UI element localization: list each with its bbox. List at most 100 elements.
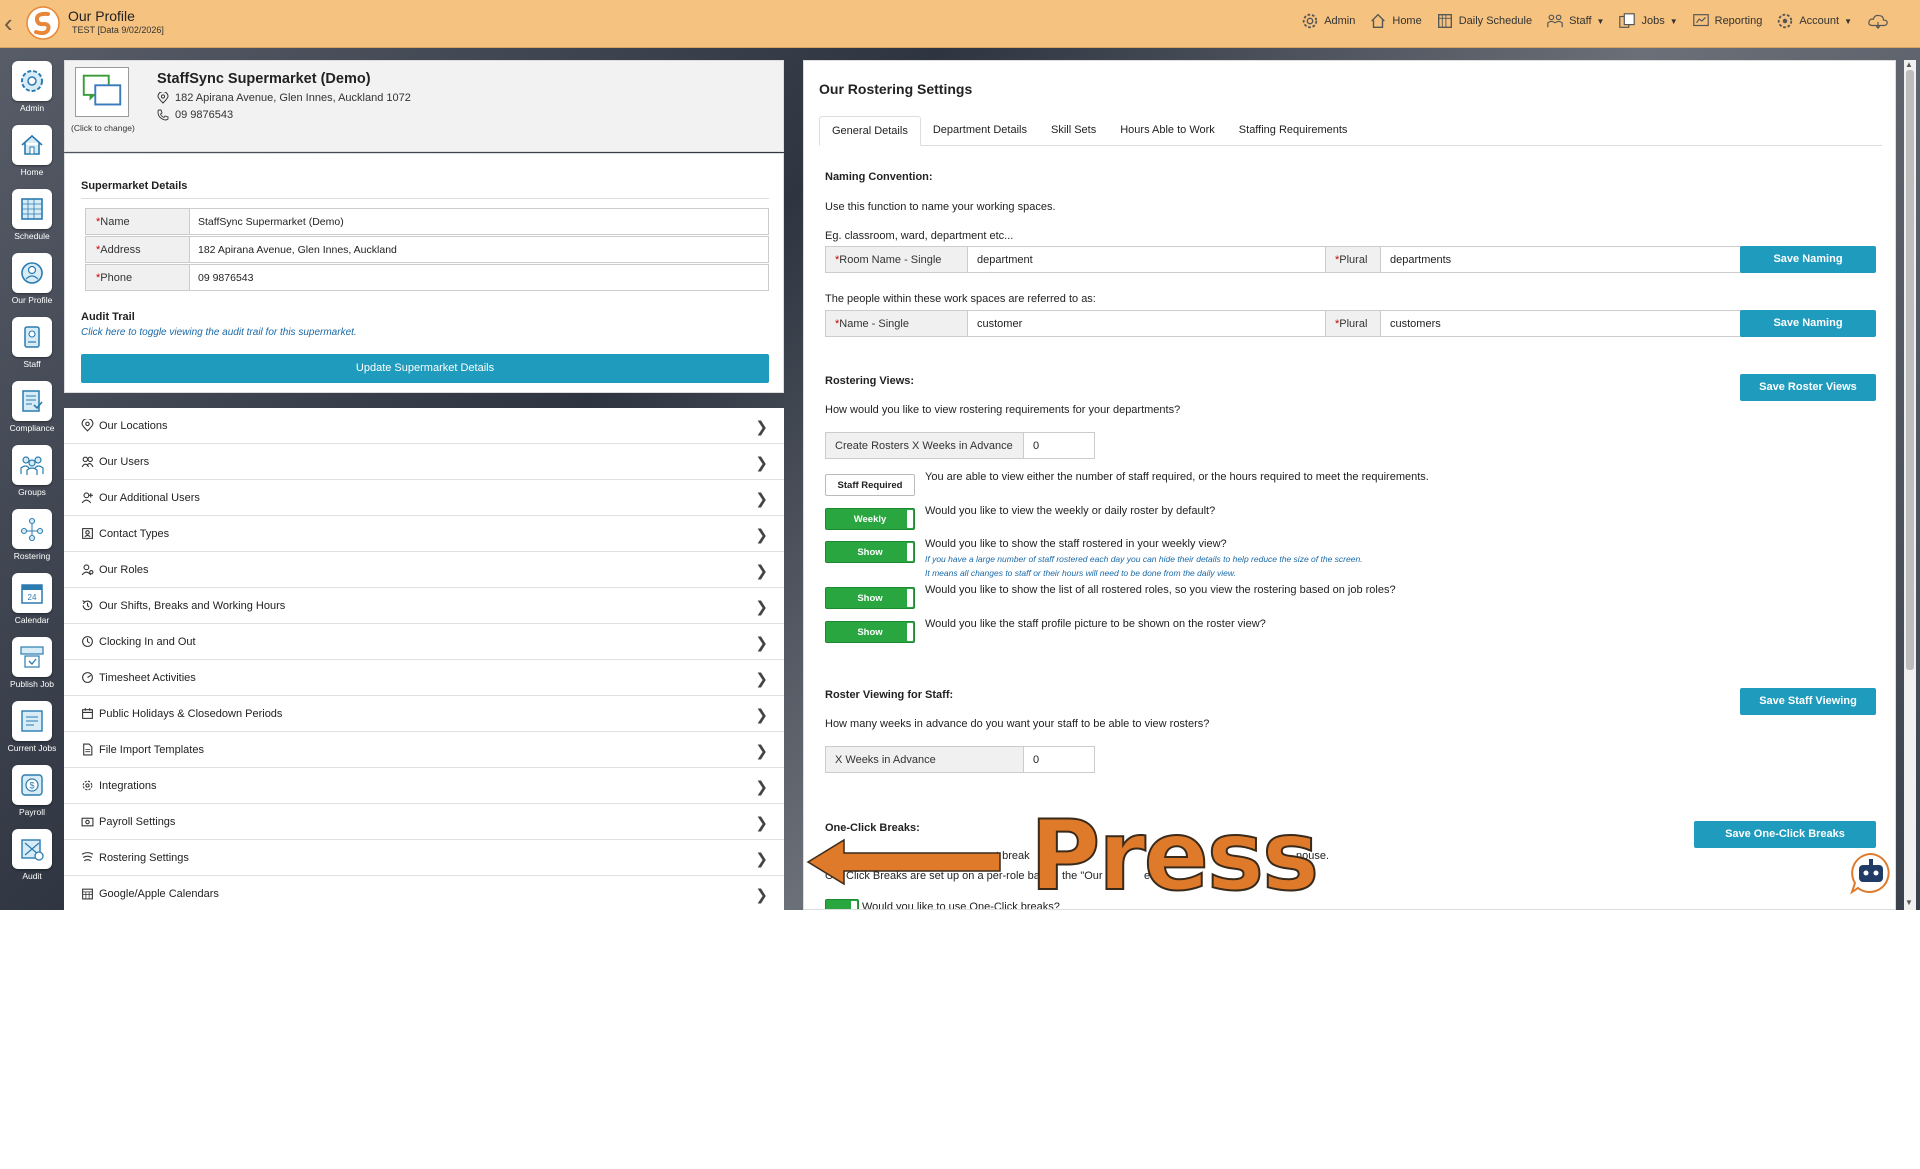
sidebar-item-schedule[interactable]: Schedule xyxy=(10,189,54,241)
save-one-click-breaks-button[interactable]: Save One-Click Breaks xyxy=(1694,821,1876,848)
audit-trail-toggle-link[interactable]: Click here to toggle viewing the audit t… xyxy=(81,327,357,338)
breaks-heading: One-Click Breaks: xyxy=(825,822,920,834)
topnav-cloud[interactable] xyxy=(1866,12,1890,30)
menu-item-public-holidays[interactable]: Public Holidays & Closedown Periods ❯ xyxy=(64,696,784,732)
menu-item-our-roles[interactable]: Our Roles ❯ xyxy=(64,552,784,588)
sidebar-item-groups[interactable]: Groups xyxy=(10,445,54,497)
rostering-icon xyxy=(80,851,94,865)
tab-hours-able-to-work[interactable]: Hours Able to Work xyxy=(1108,116,1227,145)
audit-icon xyxy=(21,839,44,861)
tab-staffing-requirements[interactable]: Staffing Requirements xyxy=(1227,116,1360,145)
staff-required-toggle[interactable]: Staff Required xyxy=(825,474,915,496)
sidebar-item-staff[interactable]: Staff xyxy=(10,317,54,369)
staff-weeks-label: X Weeks in Advance xyxy=(826,747,1024,772)
company-logo-icon[interactable] xyxy=(75,67,129,117)
chatbot-icon[interactable] xyxy=(1848,850,1894,896)
menu-item-our-additional-users[interactable]: Our Additional Users ❯ xyxy=(64,480,784,516)
page-subtitle: TEST [Data 9/02/2026] xyxy=(72,25,164,35)
name-input[interactable]: StaffSync Supermarket (Demo) xyxy=(190,209,768,234)
topnav-jobs[interactable]: Jobs ▼ xyxy=(1618,12,1678,30)
room-name-plural-input[interactable]: departments xyxy=(1381,247,1743,272)
chevron-right-icon: ❯ xyxy=(755,887,768,904)
save-staff-viewing-button[interactable]: Save Staff Viewing xyxy=(1740,688,1876,715)
panel-title: Our Rostering Settings xyxy=(819,81,973,97)
sidebar-item-admin[interactable]: Admin xyxy=(10,61,54,113)
save-naming-button[interactable]: Save Naming xyxy=(1740,246,1876,273)
section-title: Supermarket Details xyxy=(81,180,188,192)
update-details-button[interactable]: Update Supermarket Details xyxy=(81,354,769,383)
tab-general-details[interactable]: General Details xyxy=(819,116,921,146)
scrollbar-thumb[interactable] xyxy=(1906,70,1914,670)
sidebar-label: Payroll xyxy=(19,807,45,817)
phone-input[interactable]: 09 9876543 xyxy=(190,265,768,290)
sidebar-item-compliance[interactable]: Compliance xyxy=(10,381,54,433)
topnav-account[interactable]: Account ▼ xyxy=(1776,12,1852,30)
chevron-right-icon: ❯ xyxy=(755,743,768,760)
sidebar-item-home[interactable]: Home xyxy=(10,125,54,177)
create-rosters-weeks-input[interactable]: 0 xyxy=(1024,433,1094,458)
save-naming-button-2[interactable]: Save Naming xyxy=(1740,310,1876,337)
show-picture-text: Would you like the staff profile picture… xyxy=(925,618,1266,630)
menu-item-our-locations[interactable]: Our Locations ❯ xyxy=(64,408,784,444)
tab-skill-sets[interactable]: Skill Sets xyxy=(1039,116,1108,145)
show-roles-toggle[interactable]: Show xyxy=(825,587,915,609)
name-single-input[interactable]: customer xyxy=(968,311,1326,336)
menu-item-google-apple-calendars[interactable]: Google/Apple Calendars ❯ xyxy=(64,876,784,910)
menu-item-file-import-templates[interactable]: File Import Templates ❯ xyxy=(64,732,784,768)
sidebar-item-audit[interactable]: Audit xyxy=(10,829,54,881)
menu-item-clocking-in-out[interactable]: Clocking In and Out ❯ xyxy=(64,624,784,660)
sidebar-item-payroll[interactable]: $ Payroll xyxy=(10,765,54,817)
menu-item-contact-types[interactable]: Contact Types ❯ xyxy=(64,516,784,552)
topnav-staff[interactable]: Staff ▼ xyxy=(1546,12,1604,30)
menu-item-our-users[interactable]: Our Users ❯ xyxy=(64,444,784,480)
room-name-label: *Room Name - Single xyxy=(826,247,968,272)
menu-item-shifts-breaks-hours[interactable]: Our Shifts, Breaks and Working Hours ❯ xyxy=(64,588,784,624)
staffsync-logo-icon[interactable] xyxy=(26,6,60,40)
save-roster-views-button[interactable]: Save Roster Views xyxy=(1740,374,1876,401)
topnav-home[interactable]: Home xyxy=(1369,12,1422,30)
menu-item-payroll-settings[interactable]: Payroll Settings ❯ xyxy=(64,804,784,840)
company-address-text: 182 Apirana Avenue, Glen Innes, Auckland… xyxy=(175,92,411,104)
sidebar-label: Admin xyxy=(19,103,45,113)
sidebar-item-current-jobs[interactable]: Current Jobs xyxy=(8,701,56,753)
back-chevron-icon[interactable]: ‹ xyxy=(4,10,24,36)
sidebar-item-rostering[interactable]: Rostering xyxy=(10,509,54,561)
tutorial-arrow-icon xyxy=(806,838,1001,886)
weekly-daily-toggle[interactable]: Weekly xyxy=(825,508,915,530)
sidebar-icon-box xyxy=(12,509,52,549)
address-input[interactable]: 182 Apirana Avenue, Glen Innes, Auckland xyxy=(190,237,768,262)
sidebar-item-calendar[interactable]: 24 Calendar xyxy=(10,573,54,625)
scroll-up-icon[interactable]: ▲ xyxy=(1905,60,1913,69)
company-address: 182 Apirana Avenue, Glen Innes, Auckland… xyxy=(157,92,411,104)
show-picture-toggle[interactable]: Show xyxy=(825,621,915,643)
profile-panel: (Click to change) StaffSync Supermarket … xyxy=(64,60,784,910)
menu-item-label: Clocking In and Out xyxy=(99,635,196,648)
sidebar-icon-box xyxy=(12,189,52,229)
room-name-row: *Room Name - Single department *Plural d… xyxy=(825,246,1744,273)
show-staff-toggle[interactable]: Show xyxy=(825,541,915,563)
topnav-daily-schedule[interactable]: Daily Schedule xyxy=(1436,12,1532,30)
topnav-admin[interactable]: Admin xyxy=(1301,12,1355,30)
left-sidebar: Admin Home Schedule Our Profile Staff Co… xyxy=(0,49,62,910)
one-click-breaks-toggle[interactable] xyxy=(825,899,859,909)
naming-desc: Use this function to name your working s… xyxy=(825,201,1056,213)
name-plural-input[interactable]: customers xyxy=(1381,311,1743,336)
sidebar-item-publish-job[interactable]: Publish Job xyxy=(10,637,54,689)
room-name-single-input[interactable]: department xyxy=(968,247,1326,272)
topnav-reporting[interactable]: Reporting xyxy=(1692,12,1762,30)
page-scrollbar[interactable]: ▲ ▼ xyxy=(1904,60,1916,910)
staff-weeks-input[interactable]: 0 xyxy=(1024,747,1094,772)
menu-item-label: Our Additional Users xyxy=(99,491,200,504)
company-phone-text: 09 9876543 xyxy=(175,109,234,121)
staff-icon xyxy=(1547,14,1563,28)
scroll-down-icon[interactable]: ▼ xyxy=(1905,898,1913,907)
tab-department-details[interactable]: Department Details xyxy=(921,116,1039,145)
menu-item-integrations[interactable]: Integrations ❯ xyxy=(64,768,784,804)
sidebar-item-our-profile[interactable]: Our Profile xyxy=(10,253,54,305)
caret-down-icon: ▼ xyxy=(1844,16,1852,26)
menu-item-rostering-settings[interactable]: Rostering Settings ❯ xyxy=(64,840,784,876)
logo-caption[interactable]: (Click to change) xyxy=(71,123,135,133)
app-window: ‹ Our Profile TEST [Data 9/02/2026] Admi… xyxy=(0,0,1920,910)
menu-item-timesheet-activities[interactable]: Timesheet Activities ❯ xyxy=(64,660,784,696)
address-field-row: *Address 182 Apirana Avenue, Glen Innes,… xyxy=(85,236,769,263)
